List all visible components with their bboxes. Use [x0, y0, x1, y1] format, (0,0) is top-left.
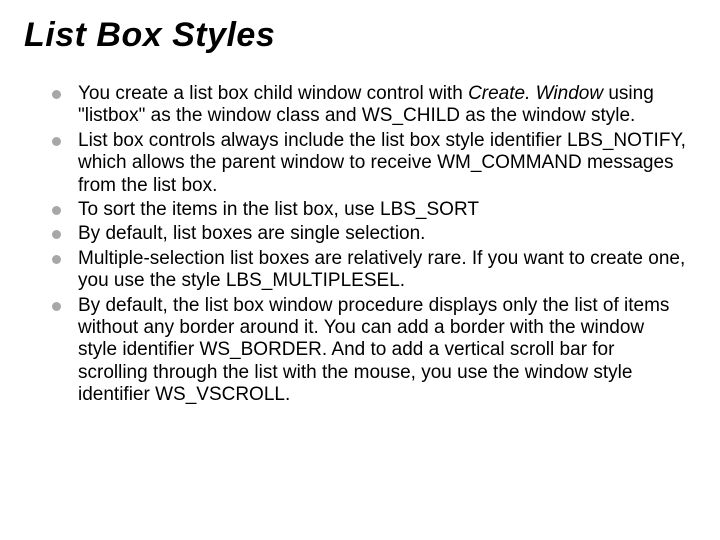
bullet-text-pre: List box controls always include the lis…	[78, 130, 686, 196]
list-item: To sort the items in the list box, use L…	[78, 199, 696, 221]
bullet-text-pre: By default, the list box window procedur…	[78, 295, 669, 406]
bullet-text-em: Create. Window	[468, 83, 603, 104]
slide-title: List Box Styles	[24, 16, 696, 55]
list-item: Multiple-selection list boxes are relati…	[78, 248, 696, 293]
list-item: You create a list box child window contr…	[78, 83, 696, 128]
list-item: By default, the list box window procedur…	[78, 295, 696, 407]
list-item: By default, list boxes are single select…	[78, 223, 696, 245]
slide: List Box Styles You create a list box ch…	[0, 0, 720, 540]
list-item: List box controls always include the lis…	[78, 130, 696, 197]
bullet-text-pre: To sort the items in the list box, use L…	[78, 199, 479, 220]
bullet-text-pre: You create a list box child window contr…	[78, 83, 468, 104]
bullet-text-pre: By default, list boxes are single select…	[78, 223, 425, 244]
bullet-list: You create a list box child window contr…	[24, 83, 696, 407]
bullet-text-pre: Multiple-selection list boxes are relati…	[78, 248, 685, 291]
